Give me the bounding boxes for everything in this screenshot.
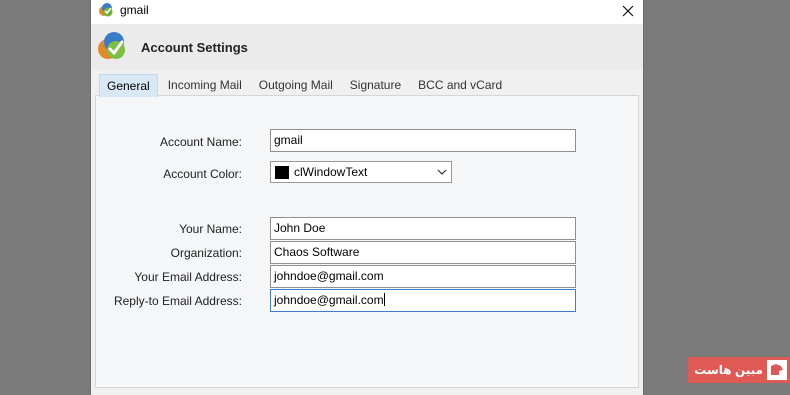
- organization-label: Organization:: [170, 246, 242, 260]
- text-caret: [383, 293, 385, 306]
- watermark-badge: مبین هاست: [688, 357, 790, 383]
- account-color-label: Account Color:: [163, 167, 242, 181]
- organization-input[interactable]: Chaos Software: [270, 241, 576, 264]
- reply-to-label: Reply-to Email Address:: [113, 294, 242, 308]
- tab-incoming-mail[interactable]: Incoming Mail: [161, 74, 249, 96]
- close-button[interactable]: [613, 0, 643, 22]
- tab-general[interactable]: General: [99, 74, 158, 97]
- watermark-logo-icon: [767, 360, 787, 380]
- app-logo-icon: [99, 3, 113, 17]
- email-label: Your Email Address:: [134, 270, 242, 284]
- email-input[interactable]: johndoe@gmail.com: [270, 265, 576, 288]
- account-settings-window: gmail Account Settings General Incoming …: [90, 0, 644, 395]
- tab-outgoing-mail[interactable]: Outgoing Mail: [252, 74, 340, 96]
- window-title: gmail: [120, 3, 149, 17]
- account-name-label: Account Name:: [159, 135, 242, 149]
- reply-to-input[interactable]: johndoe@gmail.com: [270, 289, 576, 312]
- watermark-text: مبین هاست: [694, 363, 763, 377]
- chevron-down-icon: [433, 169, 451, 175]
- your-name-label: Your Name:: [179, 222, 242, 236]
- reply-to-value: johndoe@gmail.com: [274, 293, 384, 307]
- general-panel: Account Name: gmail Account Color: clWin…: [95, 95, 639, 388]
- color-swatch: [275, 165, 289, 179]
- tab-signature[interactable]: Signature: [343, 74, 408, 96]
- dialog-body: General Incoming Mail Outgoing Mail Sign…: [91, 69, 643, 395]
- account-color-select[interactable]: clWindowText: [270, 161, 452, 183]
- account-name-input[interactable]: gmail: [270, 129, 576, 152]
- account-color-value: clWindowText: [294, 165, 368, 179]
- tab-strip: General Incoming Mail Outgoing Mail Sign…: [99, 74, 512, 97]
- tab-bcc-vcard[interactable]: BCC and vCard: [411, 74, 509, 96]
- account-settings-icon: [98, 32, 125, 59]
- your-name-input[interactable]: John Doe: [270, 217, 576, 240]
- title-bar: gmail: [91, 0, 643, 22]
- dialog-title: Account Settings: [141, 40, 248, 55]
- close-icon: [622, 5, 634, 17]
- dialog-header: Account Settings: [91, 24, 643, 69]
